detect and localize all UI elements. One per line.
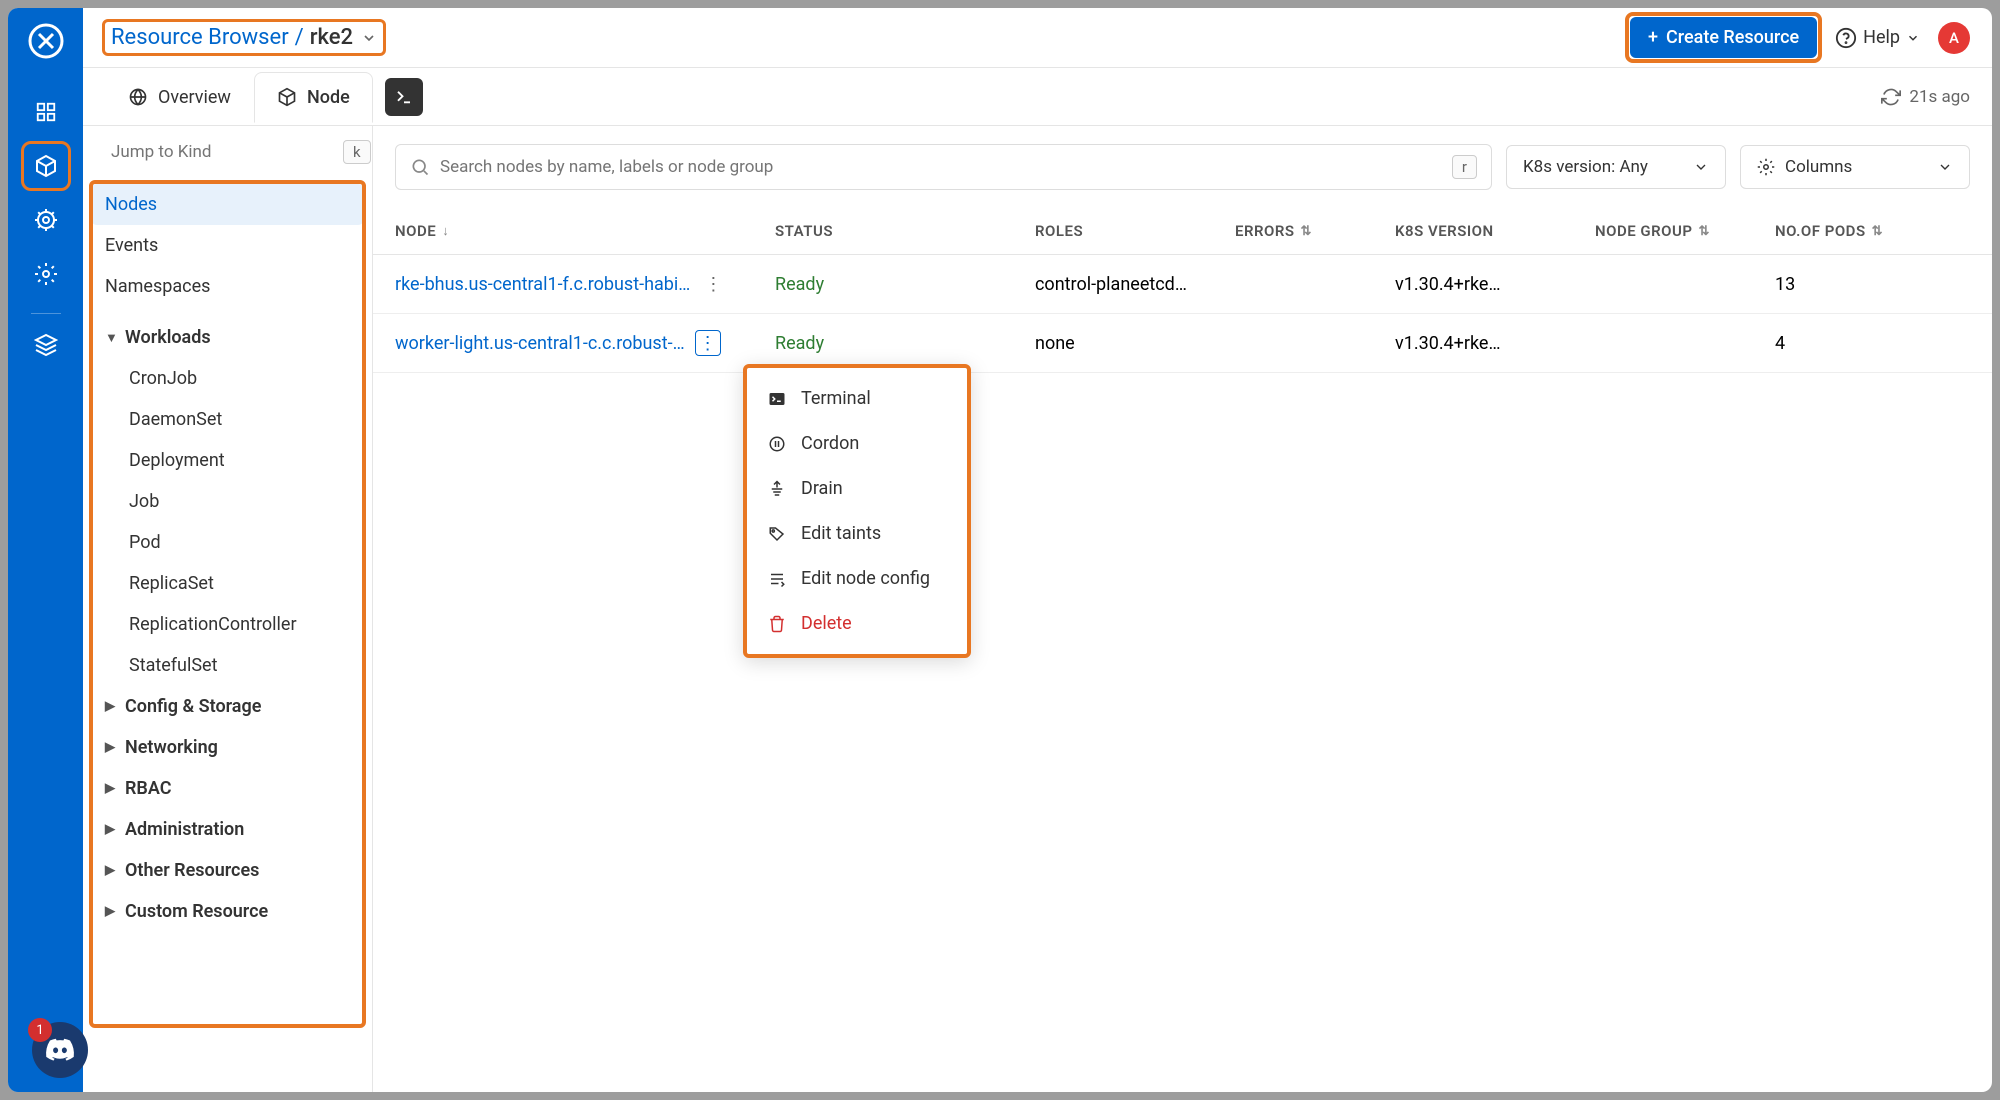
- tab-overview[interactable]: Overview: [105, 72, 254, 122]
- arrow-down-icon: ↓: [442, 223, 449, 239]
- sidebar-group-custom-resource[interactable]: ▶Custom Resource: [91, 891, 364, 932]
- tabs-bar: Overview Node 21s ago: [83, 68, 1992, 126]
- jump-kbd: k: [343, 140, 371, 164]
- trash-icon: [767, 615, 787, 633]
- cell-pods: 4: [1775, 333, 1935, 354]
- sidebar-item-replicaset[interactable]: ReplicaSet: [91, 563, 364, 604]
- status-badge: Ready: [775, 274, 1035, 295]
- th-pods[interactable]: NO.OF PODS⇅: [1775, 222, 1935, 240]
- sidebar-group-networking[interactable]: ▶Networking: [91, 727, 364, 768]
- cell-roles: control-planeetcd…: [1035, 274, 1235, 295]
- create-resource-button[interactable]: + Create Resource: [1630, 17, 1817, 58]
- nav-dashboard[interactable]: [23, 89, 69, 135]
- cell-roles: none: [1035, 333, 1235, 354]
- sidebar-group-administration[interactable]: ▶Administration: [91, 809, 364, 850]
- left-nav: [8, 8, 83, 1092]
- sidebar-item-job[interactable]: Job: [91, 481, 364, 522]
- sidebar-item-deployment[interactable]: Deployment: [91, 440, 364, 481]
- sidebar-item-statefulset[interactable]: StatefulSet: [91, 645, 364, 686]
- sidebar-item-pod[interactable]: Pod: [91, 522, 364, 563]
- row-actions-button[interactable]: ⋮: [695, 330, 721, 356]
- sidebar-item-cronjob[interactable]: CronJob: [91, 358, 364, 399]
- tab-terminal[interactable]: [385, 78, 423, 116]
- avatar[interactable]: A: [1938, 22, 1970, 54]
- table-row: rke-bhus.us-central1-f.c.robust-habi… ⋮ …: [373, 255, 1992, 314]
- row-actions-button[interactable]: ⋮: [700, 271, 726, 297]
- nav-gear[interactable]: [23, 251, 69, 297]
- sidebar-item-nodes[interactable]: Nodes: [91, 184, 364, 225]
- discord-widget[interactable]: 1: [32, 1022, 88, 1078]
- ctx-drain[interactable]: Drain: [747, 466, 967, 511]
- discord-badge: 1: [28, 1018, 52, 1042]
- chevron-down-icon: [1937, 159, 1953, 175]
- terminal-icon: [767, 390, 787, 408]
- cube-icon: [277, 87, 297, 107]
- ctx-edit-taints[interactable]: Edit taints: [747, 511, 967, 556]
- ctx-terminal[interactable]: Terminal: [747, 376, 967, 421]
- k8s-version-filter[interactable]: K8s version: Any: [1506, 145, 1726, 189]
- help-menu[interactable]: Help: [1835, 27, 1920, 49]
- th-roles: ROLES: [1035, 222, 1235, 240]
- th-errors[interactable]: ERRORS⇅: [1235, 222, 1395, 240]
- pause-icon: [767, 435, 787, 453]
- columns-dropdown[interactable]: Columns: [1740, 145, 1970, 189]
- nodes-table: NODE↓ STATUS ROLES ERRORS⇅ K8S VERSION N…: [373, 208, 1992, 1092]
- context-menu: Terminal Cordon Drain Edit taints Edit n…: [743, 364, 971, 658]
- breadcrumb: Resource Browser / rke2: [105, 22, 383, 53]
- node-link[interactable]: worker-light.us-central1-c.c.robust-…: [395, 333, 685, 354]
- ctx-cordon[interactable]: Cordon: [747, 421, 967, 466]
- search-input[interactable]: [440, 157, 1442, 177]
- chevron-down-icon: [1693, 159, 1709, 175]
- nav-settings-wheel[interactable]: [23, 197, 69, 243]
- chevron-down-icon[interactable]: [361, 30, 377, 46]
- sidebar-item-namespaces[interactable]: Namespaces: [91, 266, 364, 307]
- th-group[interactable]: NODE GROUP⇅: [1595, 222, 1775, 240]
- search-nodes: r: [395, 144, 1492, 190]
- logo-icon: [23, 18, 69, 64]
- ctx-edit-config[interactable]: Edit node config: [747, 556, 967, 601]
- refresh-button[interactable]: 21s ago: [1859, 87, 1992, 107]
- sort-icon: ⇅: [1301, 224, 1312, 239]
- search-icon: [410, 157, 430, 177]
- plus-icon: +: [1648, 27, 1658, 48]
- topbar: Resource Browser / rke2 + Create Resourc…: [83, 8, 1992, 68]
- sidebar-group-workloads[interactable]: ▼Workloads: [91, 317, 364, 358]
- sort-icon: ⇅: [1872, 224, 1883, 239]
- globe-icon: [128, 87, 148, 107]
- cell-k8s: v1.30.4+rke…: [1395, 274, 1595, 295]
- sort-icon: ⇅: [1698, 224, 1709, 239]
- sidebar-group-other-resources[interactable]: ▶Other Resources: [91, 850, 364, 891]
- sidebar-item-events[interactable]: Events: [91, 225, 364, 266]
- breadcrumb-current: rke2: [310, 25, 353, 50]
- sidebar-item-replicationcontroller[interactable]: ReplicationController: [91, 604, 364, 645]
- gear-icon: [1757, 158, 1775, 176]
- jump-to-kind: k: [83, 126, 372, 178]
- table-row: worker-light.us-central1-c.c.robust-… ⋮ …: [373, 314, 1992, 373]
- list-icon: [767, 570, 787, 588]
- node-link[interactable]: rke-bhus.us-central1-f.c.robust-habi…: [395, 274, 690, 295]
- nav-layers[interactable]: [23, 322, 69, 368]
- sidebar-item-daemonset[interactable]: DaemonSet: [91, 399, 364, 440]
- sidebar-group-config-storage[interactable]: ▶Config & Storage: [91, 686, 364, 727]
- ctx-delete[interactable]: Delete: [747, 601, 967, 646]
- tag-icon: [767, 525, 787, 543]
- th-node[interactable]: NODE↓: [395, 222, 775, 240]
- jump-input[interactable]: [111, 142, 333, 162]
- sidebar: k Nodes Events Namespaces ▼Workloads Cro…: [83, 126, 373, 1092]
- cell-pods: 13: [1775, 274, 1935, 295]
- drain-icon: [767, 480, 787, 498]
- nav-resource-browser[interactable]: [23, 143, 69, 189]
- th-status: STATUS: [775, 222, 1035, 240]
- breadcrumb-root[interactable]: Resource Browser: [111, 25, 289, 50]
- sidebar-group-rbac[interactable]: ▶RBAC: [91, 768, 364, 809]
- th-k8s: K8S VERSION: [1395, 222, 1595, 240]
- cell-k8s: v1.30.4+rke…: [1395, 333, 1595, 354]
- status-badge: Ready: [775, 333, 1035, 354]
- search-kbd: r: [1452, 155, 1477, 179]
- tab-node[interactable]: Node: [254, 72, 373, 123]
